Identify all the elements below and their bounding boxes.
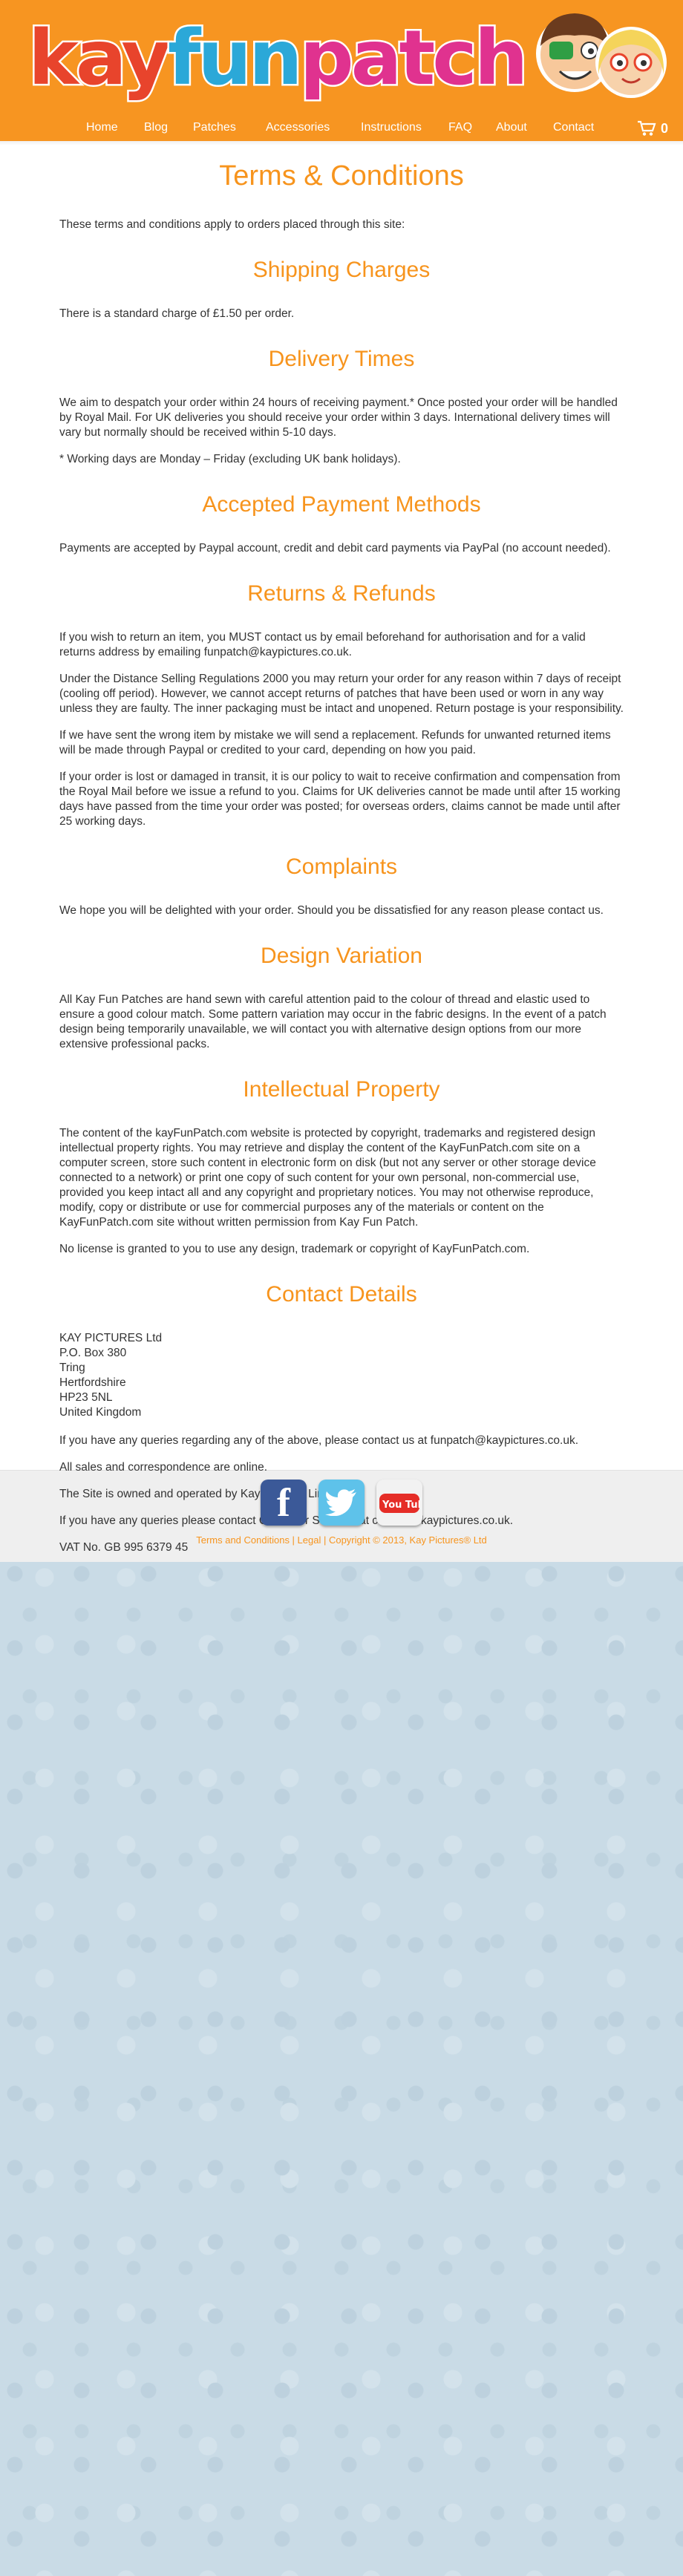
ip-text-1: The content of the kayFunPatch.com websi… xyxy=(59,1127,596,1229)
site-header: kayfunpatch Home Blog Patches Accessorie… xyxy=(0,0,683,141)
shipping-text: There is a standard charge of £1.50 per … xyxy=(59,307,295,320)
ip-text-2: No license is granted to you to use any … xyxy=(59,1243,530,1255)
nav-instructions[interactable]: Instructions xyxy=(361,121,422,134)
facebook-icon[interactable]: f xyxy=(261,1480,307,1526)
logo-wordmark: kayfunpatch xyxy=(26,19,529,98)
youtube-logo-icon: You Tube xyxy=(379,1494,420,1513)
site-logo[interactable]: kayfunpatch xyxy=(15,4,668,116)
nav-home[interactable]: Home xyxy=(86,121,118,134)
logo-word-kay: kay xyxy=(26,14,172,102)
main-content: Terms & Conditions These terms and condi… xyxy=(0,146,683,1554)
youtube-icon[interactable]: You Tube xyxy=(376,1480,422,1526)
returns-text-3: If we have sent the wrong item by mistak… xyxy=(59,729,611,756)
payment-text: Payments are accepted by Paypal account,… xyxy=(59,542,611,555)
intro-text: These terms and conditions apply to orde… xyxy=(59,218,405,231)
postal-address: KAY PICTURES Ltd P.O. Box 380 Tring Hert… xyxy=(59,1331,624,1420)
heading-payment-methods: Accepted Payment Methods xyxy=(202,492,481,517)
heading-complaints: Complaints xyxy=(285,854,398,879)
main-nav: Home Blog Patches Accessories Instructio… xyxy=(0,119,683,141)
heading-intellectual-property: Intellectual Property xyxy=(243,1077,440,1102)
address-line: HP23 5NL xyxy=(59,1391,113,1404)
design-variation-text: All Kay Fun Patches are hand sewn with c… xyxy=(59,993,607,1050)
address-line: United Kingdom xyxy=(59,1406,142,1419)
address-line: P.O. Box 380 xyxy=(59,1347,127,1359)
cart-button[interactable]: 0 xyxy=(637,120,668,137)
contact-text-queries: If you have any queries regarding any of… xyxy=(59,1434,579,1447)
twitter-icon[interactable] xyxy=(318,1480,365,1526)
nav-accessories[interactable]: Accessories xyxy=(266,121,330,134)
nav-blog[interactable]: Blog xyxy=(144,121,168,134)
nav-faq[interactable]: FAQ xyxy=(448,121,472,134)
logo-word-patch: patch xyxy=(298,14,530,102)
youtube-label: You Tube xyxy=(382,1500,420,1511)
mascot-faces-icon xyxy=(536,13,667,98)
heading-shipping-charges: Shipping Charges xyxy=(252,258,431,282)
nav-about[interactable]: About xyxy=(496,121,527,134)
returns-text-2: Under the Distance Selling Regulations 2… xyxy=(59,673,624,715)
address-line: Hertfordshire xyxy=(59,1376,126,1389)
shopping-cart-icon xyxy=(637,120,656,136)
page-title: Terms & Conditions xyxy=(219,160,464,192)
heading-contact-details: Contact Details xyxy=(266,1282,417,1307)
nav-patches[interactable]: Patches xyxy=(193,121,236,134)
heading-design-variation: Design Variation xyxy=(261,944,422,968)
address-line: Tring xyxy=(59,1361,85,1374)
delivery-text: We aim to despatch your order within 24 … xyxy=(59,396,618,439)
twitter-bird-icon xyxy=(325,1489,356,1516)
address-line: KAY PICTURES Ltd xyxy=(59,1332,163,1344)
complaints-text: We hope you will be delighted with your … xyxy=(59,904,604,917)
returns-text-4: If your order is lost or damaged in tran… xyxy=(59,771,621,828)
heading-delivery-times: Delivery Times xyxy=(268,347,415,371)
heading-returns-refunds: Returns & Refunds xyxy=(247,581,436,606)
nav-contact[interactable]: Contact xyxy=(553,121,594,134)
cart-count: 0 xyxy=(660,120,668,136)
delivery-note: * Working days are Monday – Friday (excl… xyxy=(59,453,401,465)
returns-text-1: If you wish to return an item, you MUST … xyxy=(59,631,586,658)
logo-word-fun: fun xyxy=(166,14,305,102)
